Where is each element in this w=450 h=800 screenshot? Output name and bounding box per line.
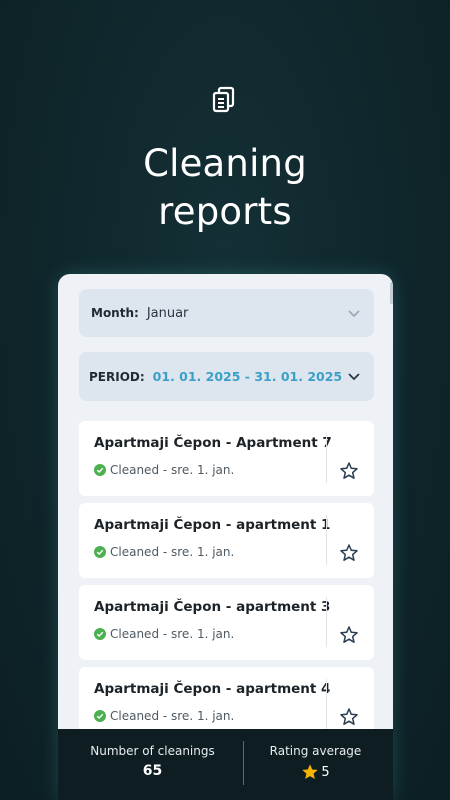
check-circle-icon	[94, 464, 106, 476]
rating-value: 5	[321, 764, 330, 780]
list-item[interactable]: Apartmaji Čepon - apartment 1 Cleaned - …	[79, 503, 374, 578]
star-outline-icon[interactable]	[339, 543, 359, 563]
check-circle-icon	[94, 546, 106, 558]
summary-bar: Number of cleanings 65 Rating average 5	[58, 729, 393, 800]
cleanings-label: Number of cleanings	[90, 744, 215, 758]
documents-icon	[212, 86, 235, 113]
rating-label: Rating average	[269, 744, 362, 758]
check-circle-icon	[94, 628, 106, 640]
item-title: Apartmaji Čepon - apartment 3	[94, 599, 331, 615]
page-title-line1: Cleaning	[143, 142, 307, 185]
item-title: Apartmaji Čepon - apartment 1	[94, 517, 331, 533]
item-status-text: Cleaned - sre. 1. jan.	[110, 627, 235, 641]
period-select[interactable]: PERIOD: 01. 01. 2025 - 31. 01. 2025	[79, 352, 374, 401]
chevron-down-icon	[348, 310, 360, 318]
star-outline-icon[interactable]	[339, 625, 359, 645]
item-status: Cleaned - sre. 1. jan.	[94, 463, 234, 477]
item-status-text: Cleaned - sre. 1. jan.	[110, 545, 235, 559]
period-label: PERIOD:	[89, 369, 145, 384]
item-status: Cleaned - sre. 1. jan.	[94, 709, 234, 723]
list-item[interactable]: Apartmaji Čepon - apartment 3 Cleaned - …	[79, 585, 374, 660]
cleanings-summary: Number of cleanings 65	[70, 729, 235, 800]
page-title: Cleaning reports	[0, 140, 450, 236]
month-select[interactable]: Month: Januar	[79, 289, 374, 337]
scrollbar[interactable]	[390, 282, 393, 304]
chevron-down-icon	[348, 373, 360, 381]
rating-value-wrap: 5	[233, 763, 393, 781]
list-item[interactable]: Apartmaji Čepon - Apartment 7 Cleaned - …	[79, 421, 374, 496]
star-filled-icon	[302, 764, 319, 780]
item-status: Cleaned - sre. 1. jan.	[94, 627, 234, 641]
divider	[326, 597, 327, 647]
month-label: Month:	[91, 306, 139, 320]
rating-summary: Rating average 5	[233, 729, 393, 800]
reports-card: Month: Januar PERIOD: 01. 01. 2025 - 31.…	[58, 274, 393, 800]
divider	[326, 679, 327, 729]
item-status-text: Cleaned - sre. 1. jan.	[110, 709, 235, 723]
cleanings-value: 65	[142, 763, 163, 779]
divider	[326, 515, 327, 565]
item-title: Apartmaji Čepon - Apartment 7	[94, 435, 332, 451]
period-value: 01. 01. 2025 - 31. 01. 2025	[152, 369, 343, 384]
star-outline-icon[interactable]	[339, 707, 359, 727]
page-title-line2: reports	[158, 190, 292, 233]
item-status-text: Cleaned - sre. 1. jan.	[110, 463, 235, 477]
divider	[326, 433, 327, 483]
item-status: Cleaned - sre. 1. jan.	[94, 545, 234, 559]
star-outline-icon[interactable]	[339, 461, 359, 481]
item-title: Apartmaji Čepon - apartment 4	[94, 681, 331, 697]
check-circle-icon	[94, 710, 106, 722]
month-value: Januar	[146, 305, 189, 321]
